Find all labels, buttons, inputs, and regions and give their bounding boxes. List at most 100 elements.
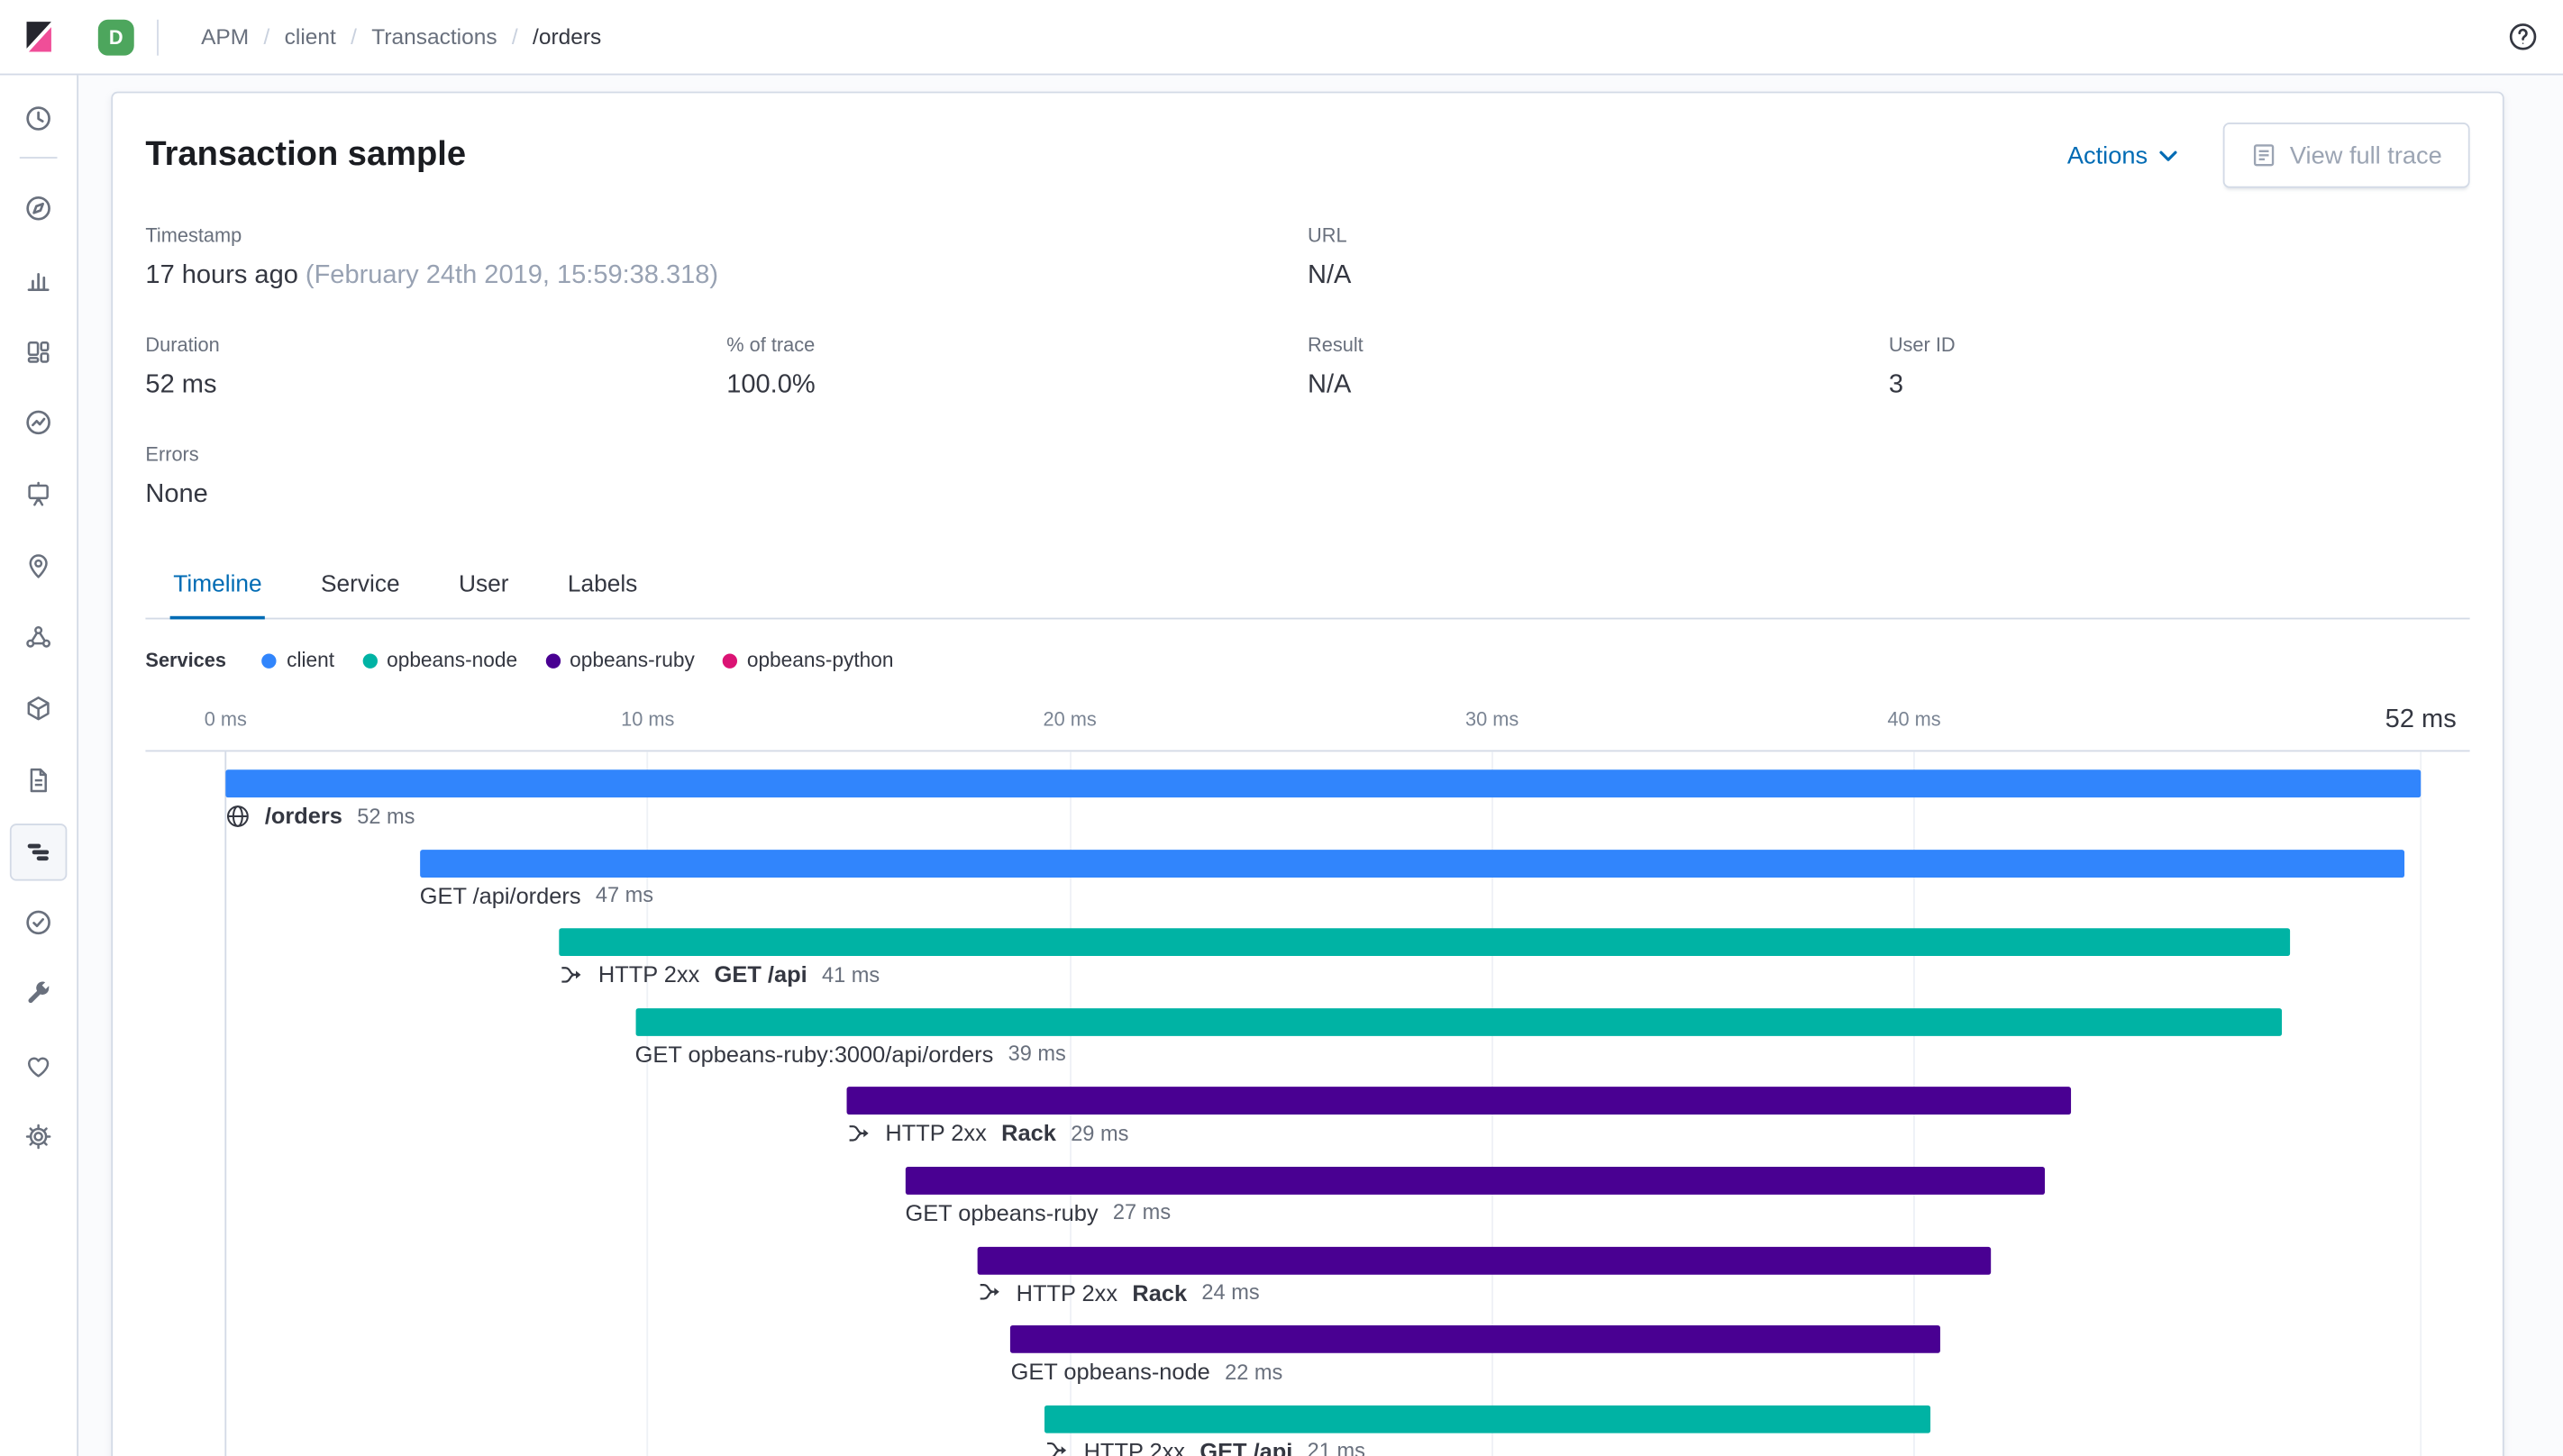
waterfall-bar[interactable] — [559, 928, 2290, 957]
view-full-trace-button[interactable]: View full trace — [2222, 123, 2470, 188]
waterfall-bar[interactable] — [634, 1007, 2282, 1036]
span-duration: 22 ms — [1225, 1359, 1283, 1384]
field-value: N/A — [1308, 261, 1352, 290]
span-duration: 52 ms — [357, 803, 415, 828]
waterfall-item[interactable]: GET opbeans-ruby:3000/api/orders 39 ms — [225, 990, 2421, 1069]
nav-infrastructure-icon[interactable] — [0, 673, 77, 744]
field-value: None — [145, 480, 208, 509]
waterfall-bar[interactable] — [905, 1166, 2046, 1195]
nav-maps-icon[interactable] — [0, 530, 77, 601]
waterfall-rows: /orders 52 ms GET /api/orders 47 ms HTTP… — [225, 751, 2422, 1456]
recently-viewed-icon[interactable] — [24, 105, 52, 132]
nav-apm-icon[interactable] — [0, 815, 77, 887]
detail-tabs: Timeline Service User Labels — [145, 552, 2470, 620]
breadcrumb-client[interactable]: client — [249, 24, 336, 49]
span-name: GET opbeans-ruby — [905, 1199, 1099, 1226]
nav-discover-icon[interactable] — [0, 173, 77, 244]
top-bar: D APM client Transactions /orders — [0, 0, 2563, 76]
waterfall-bar[interactable] — [1010, 1325, 1940, 1354]
breadcrumb-apm[interactable]: APM — [201, 24, 249, 49]
waterfall-item[interactable]: HTTP 2xx Rack 29 ms — [225, 1069, 2421, 1149]
legend-label: opbeans-node — [387, 649, 518, 672]
field-duration: Duration 52 ms — [145, 333, 726, 404]
app-sidebar — [0, 73, 79, 1456]
waterfall-bar[interactable] — [845, 1087, 2071, 1115]
nav-visualize-icon[interactable] — [0, 244, 77, 315]
transaction-details: Timestamp 17 hours ago (February 24th 20… — [113, 223, 2503, 513]
waterfall-item-label: GET /api/orders 47 ms — [420, 880, 653, 910]
waterfall-item[interactable]: GET opbeans-ruby 27 ms — [225, 1149, 2421, 1228]
legend-dot — [361, 652, 378, 668]
waterfall-item[interactable]: HTTP 2xx GET /api 41 ms — [225, 911, 2421, 990]
merge-icon — [1044, 1439, 1069, 1456]
transaction-sample-panel: Transaction sample Actions View full tra… — [111, 91, 2504, 1456]
chevron-down-icon — [2159, 150, 2177, 160]
legend-item: opbeans-node — [361, 649, 518, 672]
help-icon[interactable] — [2504, 18, 2542, 56]
waterfall-item[interactable]: GET opbeans-node 22 ms — [225, 1307, 2421, 1387]
waterfall-item[interactable]: HTTP 2xx GET /api 21 ms — [225, 1387, 2421, 1456]
span-name: GET /api/orders — [419, 881, 581, 908]
field-label: Result — [1308, 333, 1364, 357]
globe-icon — [225, 803, 250, 827]
actions-button[interactable]: Actions — [2067, 141, 2177, 169]
waterfall-item-label: HTTP 2xx GET /api 21 ms — [1044, 1436, 1365, 1456]
axis-total-label: 52 ms — [2385, 705, 2457, 734]
field-value: 17 hours ago (February 24th 2019, 15:59:… — [145, 261, 719, 290]
nav-logs-icon[interactable] — [0, 744, 77, 815]
axis-tick-label: 0 ms — [204, 707, 247, 731]
field-label: Timestamp — [145, 223, 242, 247]
nav-uptime-icon[interactable] — [0, 887, 77, 959]
actions-label: Actions — [2066, 141, 2148, 169]
tab-service[interactable]: Service — [317, 552, 403, 619]
axis-plot: 52 ms 0 ms 10 ms 20 ms 30 ms 40 ms — [205, 677, 2457, 751]
kibana-app: D APM client Transactions /orders — [0, 0, 2563, 1456]
nav-timelion-icon[interactable] — [0, 387, 77, 459]
span-type-label: HTTP 2xx — [597, 960, 700, 987]
legend-items: client opbeans-node opbeans-ruby opbeans-py… — [261, 649, 894, 672]
waterfall-item-label: GET opbeans-ruby 27 ms — [905, 1197, 1171, 1227]
space-badge[interactable]: D — [97, 18, 134, 55]
nav-dev-tools-icon[interactable] — [0, 959, 77, 1030]
waterfall-bar[interactable] — [1044, 1405, 1931, 1433]
nav-dashboard-icon[interactable] — [0, 316, 77, 387]
waterfall-item[interactable]: /orders 52 ms — [225, 751, 2422, 831]
waterfall-bar[interactable] — [225, 769, 2422, 798]
waterfall-bar[interactable] — [977, 1246, 1991, 1274]
page-title: Transaction sample — [145, 135, 467, 174]
nav-canvas-icon[interactable] — [0, 459, 77, 530]
span-name: GET opbeans-node — [1010, 1358, 1210, 1385]
tab-labels[interactable]: Labels — [564, 552, 641, 619]
timeline-axis: 52 ms 0 ms 10 ms 20 ms 30 ms 40 ms — [145, 677, 2470, 752]
breadcrumb-transactions[interactable]: Transactions — [336, 24, 497, 49]
legend-label: opbeans-ruby — [570, 649, 695, 672]
merge-icon — [846, 1121, 871, 1145]
kibana-logo[interactable] — [0, 20, 77, 54]
trace-document-icon — [2253, 144, 2275, 167]
span-name: Rack — [1132, 1279, 1188, 1306]
axis-tick-label: 10 ms — [621, 707, 675, 731]
field-trace-pct: % of trace 100.0% — [726, 333, 1308, 404]
nav-machine-learning-icon[interactable] — [0, 602, 77, 673]
nav-monitoring-icon[interactable] — [0, 1030, 77, 1101]
span-name: /orders — [264, 802, 342, 829]
span-duration: 27 ms — [1112, 1200, 1172, 1225]
waterfall-item[interactable]: HTTP 2xx Rack 24 ms — [225, 1228, 2421, 1307]
field-label: Duration — [145, 333, 220, 357]
legend-item: client — [261, 649, 335, 672]
axis-tick-label: 20 ms — [1043, 707, 1097, 731]
timestamp-full-date: (February 24th 2019, 15:59:38.318) — [297, 261, 719, 290]
tab-timeline[interactable]: Timeline — [169, 552, 266, 620]
axis-tick-label: 40 ms — [1887, 707, 1941, 731]
span-duration: 39 ms — [1008, 1041, 1066, 1067]
span-type-label: HTTP 2xx — [1083, 1437, 1186, 1456]
waterfall-item[interactable]: GET /api/orders 47 ms — [225, 831, 2421, 910]
field-value: 3 — [1888, 370, 1903, 399]
services-legend: Services client opbeans-node opbeans-ruby o… — [113, 619, 2503, 676]
legend-label: client — [287, 649, 335, 672]
breadcrumb-current: /orders — [497, 24, 601, 49]
nav-management-icon[interactable] — [0, 1101, 77, 1172]
legend-label: opbeans-python — [746, 649, 894, 672]
tab-user[interactable]: User — [455, 552, 512, 619]
waterfall-bar[interactable] — [419, 849, 2404, 878]
